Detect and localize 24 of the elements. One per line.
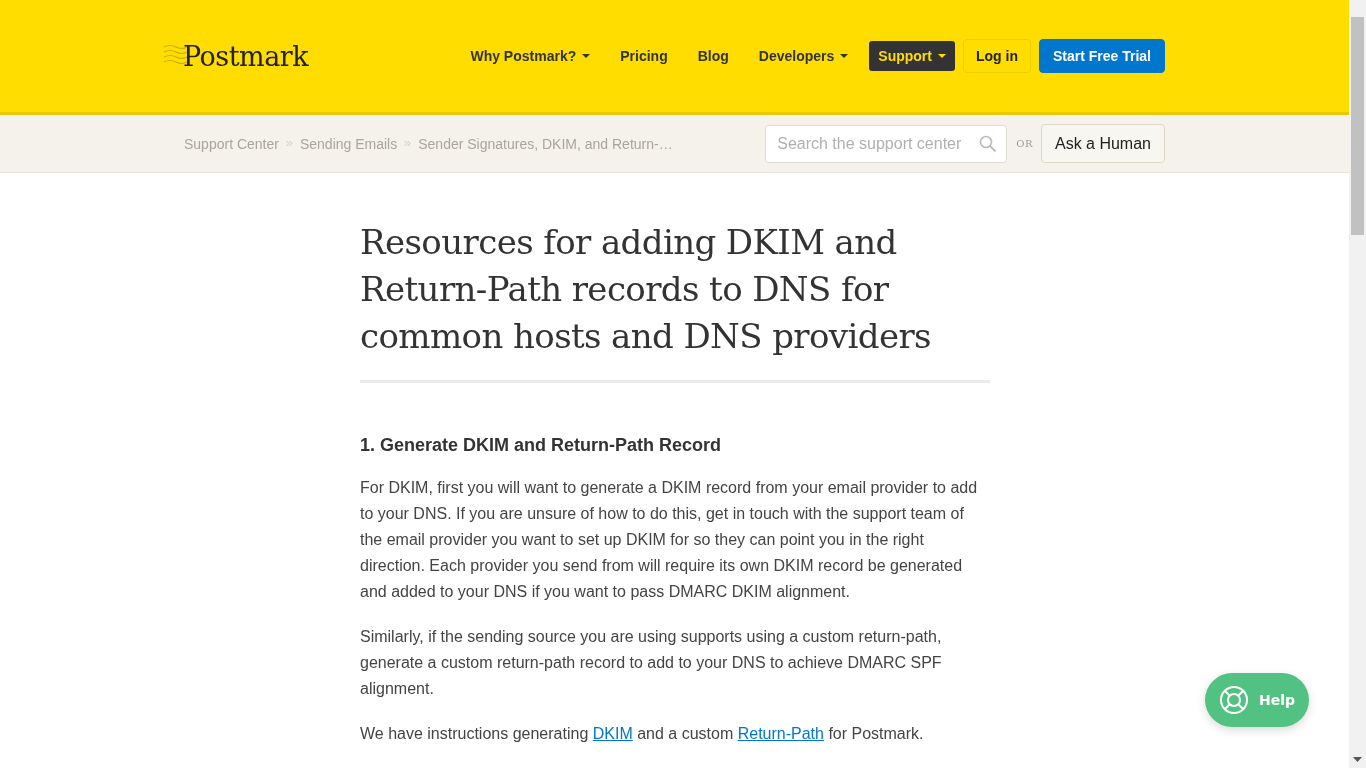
scroll-down-arrow-icon[interactable] — [1353, 757, 1362, 762]
text-link[interactable]: Return-Path — [737, 725, 824, 742]
scrollbar[interactable] — [1349, 0, 1366, 768]
paragraph: Similarly, if the sending source you are using supports using a custom return-path, generate a custom return-path record to add to your DNS to achieve DMARC SPF alignment. — [360, 627, 943, 699]
nav-link[interactable]: Support — [869, 41, 955, 71]
login-button[interactable]: Log in — [962, 39, 1031, 73]
article-title: Resources for adding DKIM and Return-Path records to DNS for common hosts and DNS providers — [360, 221, 932, 358]
chevron-icon — [285, 140, 293, 147]
search-field[interactable]: Search the support center — [765, 124, 1008, 163]
ask-human-button[interactable]: Ask a Human — [1040, 124, 1165, 163]
or-label: OR — [1016, 138, 1033, 149]
nav-link[interactable]: Developers — [749, 41, 858, 71]
nav-link[interactable]: Why Postmark? — [461, 41, 600, 71]
lifebuoy-icon — [1219, 685, 1249, 715]
chevron-icon — [404, 140, 412, 147]
nav-link[interactable]: Pricing — [611, 41, 677, 71]
text-link[interactable]: DKIM — [592, 725, 633, 742]
section-heading: 1. Generate DKIM and Return-Path Record — [360, 435, 723, 456]
paragraph: For DKIM, first you will want to generate a DKIM record from your email provider to add to your DNS. If you are unsure of how to do this, get in touch with the support team of the email provider you want to set up DKIM for so they can point you in the right direction. Each provider you send from will require its own DKIM record be generated and added to your DNS if you want to pass DMARC DKIM alignment. — [360, 478, 979, 602]
paragraph: We have instructions generating DKIM and a custom Return-Path for Postmark. — [360, 724, 925, 744]
search-icon[interactable] — [979, 134, 998, 153]
nav-link[interactable]: Blog — [688, 41, 738, 71]
trial-button[interactable]: Start Free Trial — [1038, 39, 1165, 73]
scrollbar-thumb[interactable] — [1351, 17, 1364, 235]
